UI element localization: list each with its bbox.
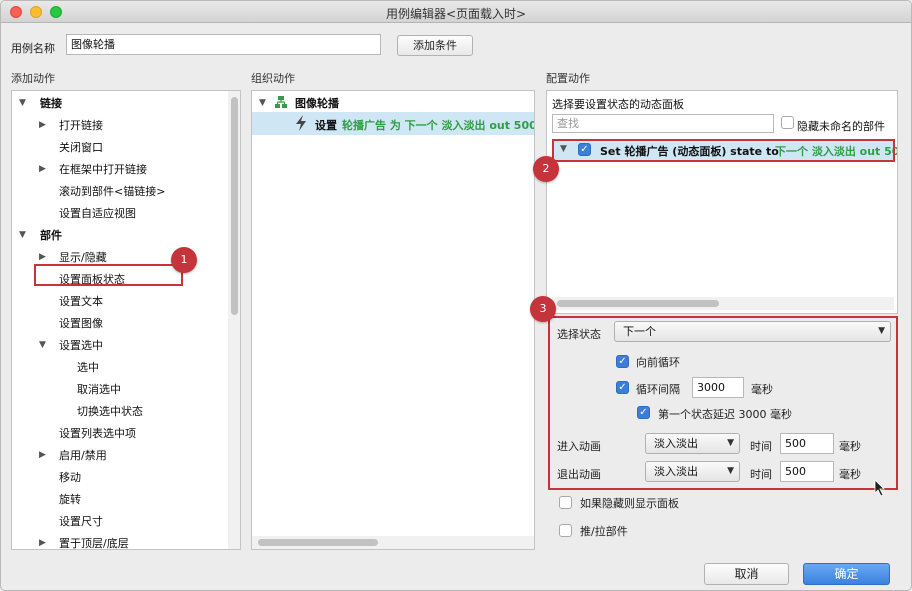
expand-arrow-icon[interactable]: ▼ xyxy=(39,340,46,350)
push-pull-checkbox[interactable] xyxy=(559,524,572,537)
tree-group-links[interactable]: 链接 xyxy=(40,95,62,111)
ok-button[interactable]: 确定 xyxy=(803,563,890,585)
action-prefix: 设置 xyxy=(315,119,337,132)
state-select[interactable]: 下一个 ▼ xyxy=(614,321,891,342)
tree-group-widgets[interactable]: 部件 xyxy=(40,227,62,243)
collapsed-arrow-icon[interactable]: ▶ xyxy=(39,538,46,548)
tree-item-set-text[interactable]: 设置文本 xyxy=(59,293,103,309)
exit-animation-label: 退出动画 xyxy=(557,468,601,481)
exit-time-unit: 毫秒 xyxy=(839,468,861,481)
case-node-label[interactable]: 图像轮播 xyxy=(295,95,339,111)
highlight-panel-row xyxy=(552,139,895,162)
enter-animation-label: 进入动画 xyxy=(557,440,601,453)
enter-time-label: 时间 xyxy=(750,440,772,453)
exit-time-label: 时间 xyxy=(750,468,772,481)
first-state-delay-checkbox[interactable]: ✓ xyxy=(637,406,650,419)
loop-interval-unit: 毫秒 xyxy=(751,383,773,396)
tree-item-open-link[interactable]: 打开链接 xyxy=(59,117,103,133)
wrap-label: 向前循环 xyxy=(636,356,680,369)
enter-time-unit: 毫秒 xyxy=(839,440,861,453)
expand-arrow-icon[interactable]: ▼ xyxy=(19,98,26,108)
add-action-tree: ▼ 链接 ▶ 打开链接 关闭窗口 ▶ 在框架中打开链接 滚动到部件<锚链接> 设… xyxy=(11,90,241,550)
tree-item-move[interactable]: 移动 xyxy=(59,469,81,485)
collapsed-arrow-icon[interactable]: ▶ xyxy=(39,120,46,130)
organize-action-tree: ▼ 图像轮播 设置 轮播广告 为 下一个 淡入淡出 out 500 xyxy=(251,90,535,550)
exit-animation-value: 淡入淡出 xyxy=(654,465,698,478)
step-badge-3: 3 xyxy=(530,296,556,322)
cancel-button[interactable]: 取消 xyxy=(704,563,789,585)
action-detail: 轮播广告 为 下一个 淡入淡出 out 500 xyxy=(342,119,535,132)
search-input[interactable]: 查找 xyxy=(552,114,774,133)
tree-item-unselect[interactable]: 取消选中 xyxy=(77,381,121,397)
tree-item-show-hide[interactable]: 显示/隐藏 xyxy=(59,249,107,265)
tree-item-select[interactable]: 选中 xyxy=(77,359,99,375)
configure-action-heading: 配置动作 xyxy=(546,72,590,85)
step-badge-1: 1 xyxy=(171,247,197,273)
show-if-hidden-label: 如果隐藏则显示面板 xyxy=(580,497,679,510)
push-pull-label: 推/拉部件 xyxy=(580,525,628,538)
chevron-down-icon: ▼ xyxy=(727,466,734,476)
collapsed-arrow-icon[interactable]: ▶ xyxy=(39,252,46,262)
first-state-delay-label: 第一个状态延迟 3000 毫秒 xyxy=(658,408,792,421)
hide-unnamed-checkbox[interactable] xyxy=(781,116,794,129)
selected-action-row[interactable]: 设置 轮播广告 为 下一个 淡入淡出 out 500 xyxy=(252,112,534,135)
tree-item-set-image[interactable]: 设置图像 xyxy=(59,315,103,331)
case-tree-icon xyxy=(275,96,287,108)
loop-interval-checkbox[interactable]: ✓ xyxy=(616,381,629,394)
tree-item-close-window[interactable]: 关闭窗口 xyxy=(59,139,103,155)
tree-item-scroll-to-widget[interactable]: 滚动到部件<锚链接> xyxy=(59,183,165,199)
loop-interval-label: 循环间隔 xyxy=(636,383,680,396)
scrollbar-thumb[interactable] xyxy=(557,300,719,307)
highlight-set-panel-state xyxy=(34,264,183,286)
case-name-input[interactable]: 图像轮播 xyxy=(66,34,381,55)
tree-item-rotate[interactable]: 旋转 xyxy=(59,491,81,507)
lightning-icon xyxy=(296,115,306,131)
collapsed-arrow-icon[interactable]: ▶ xyxy=(39,164,46,174)
loop-interval-input[interactable]: 3000 xyxy=(692,377,744,398)
use-case-editor-window: 用例编辑器<页面载入时> 用例名称 图像轮播 添加条件 添加动作 组织动作 配置… xyxy=(0,0,912,591)
enter-animation-select[interactable]: 淡入淡出 ▼ xyxy=(645,433,740,454)
tree-item-set-selected[interactable]: 设置选中 xyxy=(59,337,103,353)
add-action-heading: 添加动作 xyxy=(11,72,55,85)
expand-arrow-icon[interactable]: ▼ xyxy=(19,230,26,240)
wrap-checkbox[interactable]: ✓ xyxy=(616,355,629,368)
title-bar: 用例编辑器<页面载入时> xyxy=(1,1,911,23)
tree-item-set-adaptive-view[interactable]: 设置自适应视图 xyxy=(59,205,136,221)
panel-selector: 选择要设置状态的动态面板 查找 隐藏未命名的部件 ▼ ✓ Set 轮播广告 (动… xyxy=(546,90,898,314)
window-title: 用例编辑器<页面载入时> xyxy=(385,7,527,21)
select-state-label: 选择状态 xyxy=(557,328,601,341)
exit-time-input[interactable]: 500 xyxy=(780,461,834,482)
select-panel-label: 选择要设置状态的动态面板 xyxy=(552,98,684,111)
step-badge-2: 2 xyxy=(533,156,559,182)
organize-action-heading: 组织动作 xyxy=(251,72,295,85)
tree-item-toggle-selected[interactable]: 切换选中状态 xyxy=(77,403,143,419)
hide-unnamed-label: 隐藏未命名的部件 xyxy=(797,120,885,133)
tree-item-set-list-selected[interactable]: 设置列表选中项 xyxy=(59,425,136,441)
expand-arrow-icon[interactable]: ▼ xyxy=(259,98,266,108)
case-name-label: 用例名称 xyxy=(11,42,55,55)
enter-animation-value: 淡入淡出 xyxy=(654,437,698,450)
scrollbar-thumb[interactable] xyxy=(231,97,238,315)
add-condition-button[interactable]: 添加条件 xyxy=(397,35,473,56)
collapsed-arrow-icon[interactable]: ▶ xyxy=(39,450,46,460)
tree-item-bring-front-back[interactable]: 置于顶层/底层 xyxy=(59,535,129,549)
show-if-hidden-checkbox[interactable] xyxy=(559,496,572,509)
tree-item-set-size[interactable]: 设置尺寸 xyxy=(59,513,103,529)
state-select-value: 下一个 xyxy=(623,325,656,338)
tree-item-enable-disable[interactable]: 启用/禁用 xyxy=(59,447,107,463)
scrollbar-thumb[interactable] xyxy=(258,539,378,546)
mouse-cursor-icon xyxy=(874,479,885,497)
exit-animation-select[interactable]: 淡入淡出 ▼ xyxy=(645,461,740,482)
chevron-down-icon: ▼ xyxy=(727,438,734,448)
chevron-down-icon: ▼ xyxy=(878,326,885,336)
enter-time-input[interactable]: 500 xyxy=(780,433,834,454)
tree-item-open-in-frame[interactable]: 在框架中打开链接 xyxy=(59,161,147,177)
